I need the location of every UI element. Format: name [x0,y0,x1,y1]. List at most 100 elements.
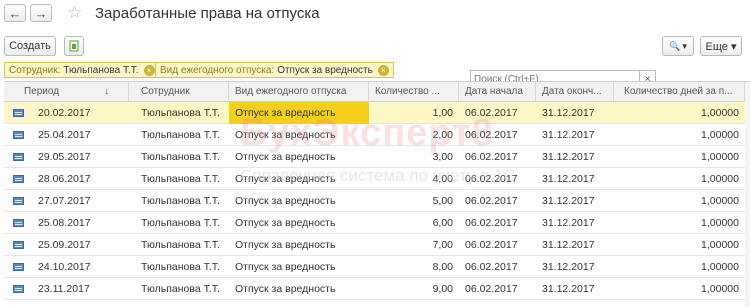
table-header: Период ↓ Сотрудник Вид ежегодного отпуска… [4,82,750,102]
cell-start-date: 06.02.2017 [465,107,518,119]
favorite-star-icon[interactable]: ☆ [67,3,82,23]
cell-employee: Тюльпанова Т.Т. [141,261,220,273]
cell-days-per-period: 1,00000 [701,107,739,119]
cell-vacation-type: Отпуск за вредность [235,129,336,141]
cell-quantity: 4,00 [432,173,453,185]
cell-employee: Тюльпанова Т.Т. [141,195,220,207]
cell-employee: Тюльпанова Т.Т. [141,239,220,251]
table-row[interactable]: 24.10.2017 Тюльпанова Т.Т. Отпуск за вредн… [4,256,750,278]
more-button[interactable]: Еще ▾ [700,36,742,56]
cell-quantity: 5,00 [432,195,453,207]
cell-days-per-period: 1,00000 [701,129,739,141]
table-row[interactable]: 20.02.2017 Тюльпанова Т.Т. Отпуск за вредн… [4,102,750,124]
cell-period: 23.11.2017 [38,283,90,295]
create-button-label: Создать [9,40,51,52]
title-bar: ← → ☆ Заработанные права на отпуска [0,0,750,30]
cell-period: 25.04.2017 [38,129,91,141]
search-options-button[interactable]: 🔍 ▾ [662,36,694,56]
remove-filter-icon[interactable]: × [143,64,155,76]
cell-vacation-type: Отпуск за вредность [229,102,369,124]
cell-days-per-period: 1,00000 [701,217,739,229]
cell-vacation-type: Отпуск за вредность [235,261,336,273]
cell-period: 24.10.2017 [38,261,91,273]
create-button[interactable]: Создать [4,36,56,56]
cell-employee: Тюльпанова Т.Т. [141,107,220,119]
table-row[interactable]: 29.05.2017 Тюльпанова Т.Т. Отпуск за вредн… [4,146,750,168]
cell-start-date: 06.02.2017 [465,283,518,295]
arrow-left-icon: ← [8,5,22,21]
cell-days-per-period: 1,00000 [701,239,739,251]
table-row[interactable]: 25.08.2017 Тюльпанова Т.Т. Отпуск за вредн… [4,212,750,234]
cell-employee: Тюльпанова Т.Т. [141,151,220,163]
column-header-end-date[interactable]: Дата оконч... [536,82,614,101]
report-icon [69,40,79,52]
column-header-start-date[interactable]: Дата начала [459,82,536,101]
cell-quantity: 3,00 [432,151,453,163]
filter-chip-vacation-type[interactable]: Вид ежегодного отпуска: Отпуск за вредно… [155,62,394,78]
cell-employee: Тюльпанова Т.Т. [141,173,220,185]
back-button[interactable]: ← [4,4,26,22]
cell-start-date: 06.02.2017 [465,261,518,273]
column-header-period[interactable]: Период ↓ [4,82,129,101]
cell-end-date: 31.12.2017 [542,283,595,295]
report-button[interactable] [64,36,84,56]
cell-period: 25.08.2017 [38,217,91,229]
cell-period: 20.02.2017 [38,107,91,119]
table-row[interactable]: 28.06.2017 Тюльпанова Т.Т. Отпуск за вредн… [4,168,750,190]
cell-employee: Тюльпанова Т.Т. [141,129,220,141]
cell-end-date: 31.12.2017 [542,239,595,251]
cell-start-date: 06.02.2017 [465,195,518,207]
table-row[interactable]: 25.04.2017 Тюльпанова Т.Т. Отпуск за вредн… [4,124,750,146]
cell-vacation-type: Отпуск за вредность [235,217,336,229]
page-title: Заработанные права на отпуска [95,5,320,22]
table-row[interactable]: 25.09.2017 Тюльпанова Т.Т. Отпуск за вредн… [4,234,750,256]
column-header-employee[interactable]: Сотрудник [129,82,229,101]
column-header-days-per-period[interactable]: Количество дней за п... [614,82,745,101]
cell-start-date: 06.02.2017 [465,173,518,185]
filter-chip-employee[interactable]: Сотрудник: Тюльпанова Т.Т. × [4,62,160,78]
cell-start-date: 06.02.2017 [465,151,518,163]
table-row[interactable]: 23.11.2017 Тюльпанова Т.Т. Отпуск за вредн… [4,278,750,300]
cell-quantity: 9,00 [432,283,453,295]
cell-period: 25.09.2017 [38,239,91,251]
vertical-scrollbar[interactable] [745,82,750,307]
cell-period: 29.05.2017 [38,151,91,163]
cell-start-date: 06.02.2017 [465,129,518,141]
sort-arrow-icon: ↓ [104,86,109,97]
cell-period: 27.07.2017 [38,195,91,207]
cell-employee: Тюльпанова Т.Т. [141,283,220,295]
cell-vacation-type: Отпуск за вредность [235,239,336,251]
column-header-quantity[interactable]: Количество ... [369,82,459,101]
cell-vacation-type: Отпуск за вредность [235,195,336,207]
cell-end-date: 31.12.2017 [542,173,595,185]
cell-start-date: 06.02.2017 [465,239,518,251]
filter-value: Тюльпанова Т.Т. [63,64,139,76]
cell-vacation-type: Отпуск за вредность [235,173,336,185]
cell-start-date: 06.02.2017 [465,217,518,229]
cell-vacation-type: Отпуск за вредность [235,283,336,295]
cell-period: 28.06.2017 [38,173,91,185]
column-header-vacation-type[interactable]: Вид ежегодного отпуска [229,82,369,101]
search-icon: 🔍 [669,40,681,51]
cell-days-per-period: 1,00000 [701,283,739,295]
cell-days-per-period: 1,00000 [701,151,739,163]
arrow-right-icon: → [34,5,48,21]
table-row[interactable]: 27.07.2017 Тюльпанова Т.Т. Отпуск за вредн… [4,190,750,212]
filter-bar: Сотрудник: Тюльпанова Т.Т. × Вид ежегодн… [0,61,750,79]
filter-label: Вид ежегодного отпуска: [160,64,275,76]
cell-end-date: 31.12.2017 [542,195,595,207]
cell-quantity: 6,00 [432,217,453,229]
data-table: Период ↓ Сотрудник Вид ежегодного отпуска… [4,81,750,307]
chevron-down-icon: ▾ [682,40,687,51]
cell-employee: Тюльпанова Т.Т. [141,217,220,229]
cell-quantity: 1,00 [432,107,453,119]
remove-filter-icon[interactable]: × [377,64,389,76]
cell-days-per-period: 1,00000 [701,173,739,185]
cell-end-date: 31.12.2017 [542,107,595,119]
cell-days-per-period: 1,00000 [701,195,739,207]
forward-button[interactable]: → [30,4,52,22]
filter-label: Сотрудник: [9,64,61,76]
cell-end-date: 31.12.2017 [542,217,595,229]
toolbar: Создать × 🔍▾ Еще ▾ [0,34,750,88]
cell-vacation-type: Отпуск за вредность [235,151,336,163]
